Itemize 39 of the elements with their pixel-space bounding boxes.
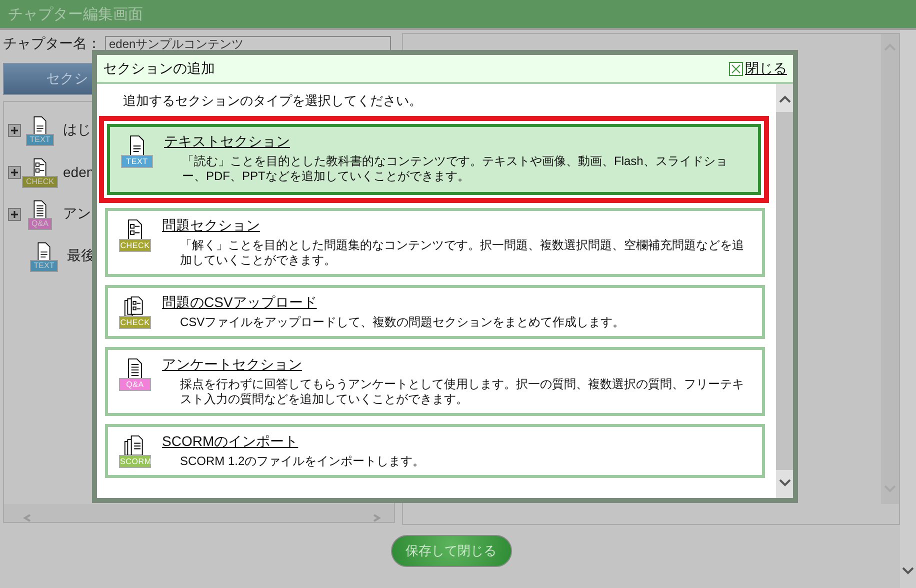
scroll-down-icon[interactable] [778, 479, 790, 487]
section-type-description: 「読む」ことを目的とした教科書的なコンテンツです。テキストや画像、動画、Flash、スライドショー、PDF、PPTなどを追加していくことができます。 [182, 154, 728, 184]
section-type-description: SCORM 1.2のファイルをインポートします。 [180, 454, 425, 469]
section-type-title: 問題セクション [162, 217, 261, 235]
page-title: チャプター編集画面 [0, 0, 916, 30]
type-badge: CHECK [119, 316, 151, 329]
scroll-down-icon[interactable] [902, 567, 914, 575]
section-type-description: 「解く」ことを目的とした問題集的なコンテンツです。択一問題、複数選択問題、空欄補充問題などを追加していくことができます。 [180, 238, 745, 268]
type-badge: TEXT [121, 155, 153, 168]
section-type-option[interactable]: CHECK 問題セクション 「解く」ことを目的とした問題集的なコンテンツです。択一問題、複数選択問題、空欄補充問題などを追加していくことができます。 [105, 208, 765, 277]
section-type-description: 採点を行わずに回答してもらうアンケートとして使用します。択一の質問、複数選択の質問、フリーテキスト入力の質問などを追加していくことができます。 [180, 377, 745, 407]
section-type-description: CSVファイルをアップロードして、複数の問題セクションをまとめて作成します。 [180, 315, 625, 330]
type-badge: Q&A [28, 218, 52, 230]
chapter-name-label: チャプター名： [3, 35, 101, 53]
type-badge: TEXT [26, 134, 54, 146]
scroll-up-icon[interactable] [778, 95, 790, 103]
expand-icon[interactable] [8, 166, 21, 178]
section-type-title: 問題のCSVアップロード [162, 294, 318, 312]
type-badge: TEXT [30, 260, 58, 272]
scrollbar-thumb[interactable] [776, 112, 793, 470]
tree-item-label[interactable]: はじ [63, 121, 91, 139]
dialog-title: セクションの追加 [103, 60, 215, 78]
section-type-option[interactable]: CHECK 問題のCSVアップロード CSVファイルをアップロードして、複数の問題セクションをまとめて作成します。 [105, 285, 765, 339]
type-badge: Q&A [119, 378, 151, 391]
section-type-option[interactable]: Q&A アンケートセクション 採点を行わずに回答してもらうアンケートとして使用します。択一の質問、複数選択の質問、フリーテキスト入力の質問などを追加していくことができます。 [105, 347, 765, 416]
section-type-option[interactable]: SCORM SCORMのインポート SCORM 1.2のファイルをインポートします。 [105, 424, 765, 478]
section-type-title: テキストセクション [164, 133, 291, 151]
tree-item-label[interactable]: アン [63, 205, 91, 223]
type-badge: SCORM [119, 455, 151, 468]
close-link[interactable]: 閉じる [729, 60, 787, 78]
section-type-title: アンケートセクション [162, 356, 303, 374]
expand-icon[interactable] [8, 208, 21, 220]
close-icon[interactable] [729, 62, 743, 76]
section-type-title: SCORMのインポート [162, 433, 300, 451]
expand-icon[interactable] [8, 124, 21, 136]
type-badge: CHECK [119, 239, 151, 252]
section-type-option[interactable]: TEXT テキストセクション 「読む」ことを目的とした教科書的なコンテンツです。テキストや画像、動画、Flash、スライドショー、PDF、PPTなどを追加していくことができます。 [107, 124, 761, 195]
type-badge: CHECK [22, 176, 58, 188]
instruction-text: 追加するセクションのタイプを選択してください。 [123, 92, 423, 110]
